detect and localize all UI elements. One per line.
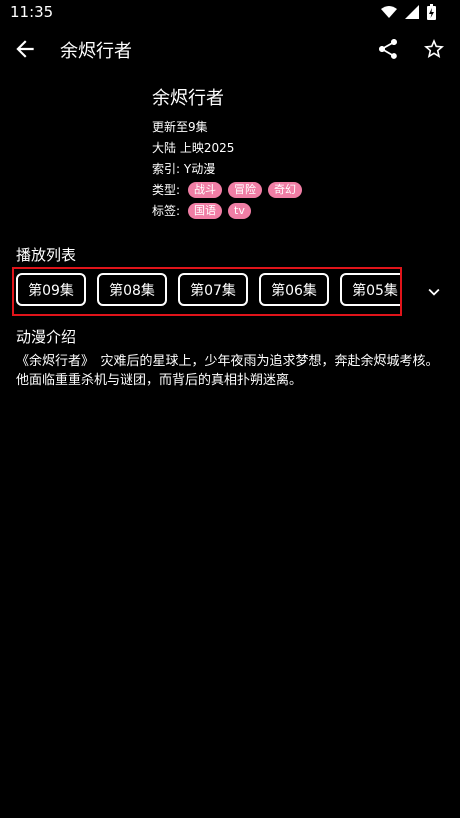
region-year: 大陆 上映2025 (152, 141, 235, 155)
type-row: 类型: 战斗 冒险 奇幻 (152, 179, 308, 200)
index-info: 索引: Y动漫 (152, 162, 216, 176)
episode-list[interactable]: 第09集 第08集 第07集 第06集 第05集 (12, 267, 402, 316)
type-tag[interactable]: 奇幻 (268, 181, 303, 198)
page-title: 余烬行者 (60, 41, 132, 62)
intro-title: 动漫介绍 (16, 328, 77, 346)
wifi-icon (381, 6, 397, 18)
update-status: 更新至9集 (152, 120, 208, 134)
tag-row: 标签: 国语 tv (152, 200, 308, 221)
intro-text: 《余烬行者》 灾难后的星球上，少年夜雨为追求梦想，奔赴余烬城考核。他面临重重杀机… (16, 354, 439, 388)
episode-button[interactable]: 第09集 (16, 273, 86, 306)
episode-button[interactable]: 第05集 (340, 273, 400, 306)
playlist-title: 播放列表 (16, 246, 77, 264)
app-bar: 余烬行者 (0, 26, 460, 72)
share-icon[interactable] (376, 37, 400, 61)
label-tag[interactable]: 国语 (188, 202, 223, 219)
signal-icon (405, 5, 419, 19)
anime-name: 余烬行者 (152, 88, 224, 109)
tags-label: 标签: (152, 204, 181, 218)
chevron-down-icon[interactable] (423, 281, 445, 303)
status-time: 11:35 (10, 3, 54, 21)
status-bar: 11:35 (0, 0, 460, 26)
back-arrow-icon[interactable] (12, 36, 38, 62)
episode-button[interactable]: 第07集 (178, 273, 248, 306)
label-tag[interactable]: tv (228, 202, 251, 219)
type-label: 类型: (152, 183, 181, 197)
type-tag[interactable]: 战斗 (188, 181, 223, 198)
battery-icon (427, 4, 436, 20)
star-icon[interactable] (422, 37, 446, 61)
episode-button[interactable]: 第08集 (97, 273, 167, 306)
anime-info: 余烬行者 更新至9集 大陆 上映2025 索引: Y动漫 类型: 战斗 冒险 奇… (152, 84, 308, 221)
episode-button[interactable]: 第06集 (259, 273, 329, 306)
type-tag[interactable]: 冒险 (228, 181, 263, 198)
status-icons (381, 4, 436, 20)
